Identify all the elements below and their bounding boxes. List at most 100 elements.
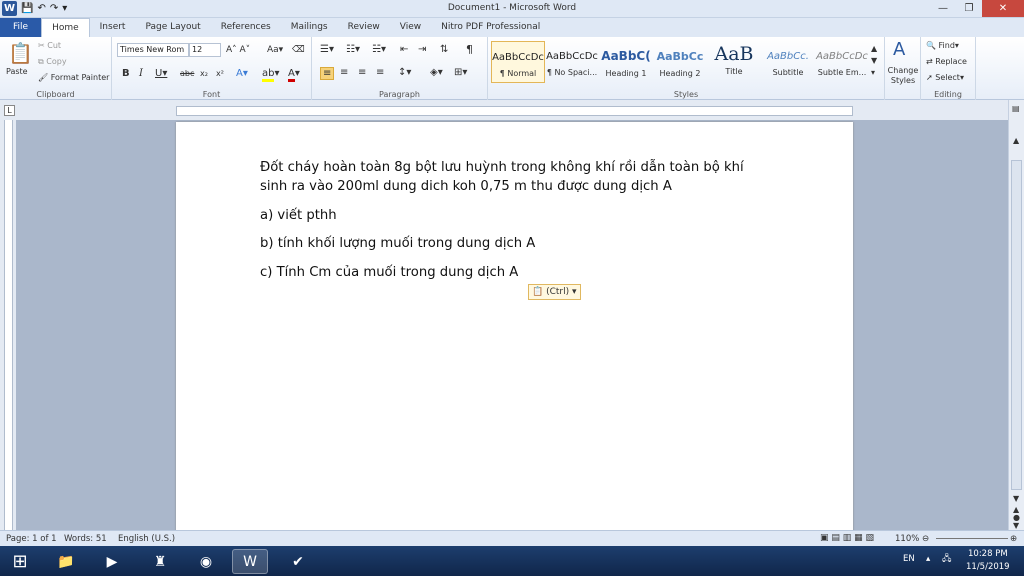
styles-scroll-icon[interactable]: ▲ ▼ ▾	[871, 43, 877, 79]
tab-page-layout[interactable]: Page Layout	[135, 18, 210, 37]
text-effects-icon[interactable]: A▾	[236, 68, 248, 79]
grow-font-icon[interactable]: A˄ A˅	[226, 45, 250, 55]
scroll-down-icon[interactable]: ▼	[1013, 494, 1019, 503]
maximize-icon[interactable]: ❐	[956, 0, 982, 17]
tab-view[interactable]: View	[390, 18, 431, 37]
network-icon[interactable]: 🖧	[942, 553, 951, 567]
paragraph-3[interactable]: b) tính khối lượng muối trong dung dịch …	[260, 234, 780, 253]
language-indicator[interactable]: EN	[903, 554, 915, 564]
minimize-icon[interactable]: —	[930, 0, 956, 17]
decrease-indent-icon[interactable]: ⇤	[400, 44, 408, 55]
style-heading-1[interactable]: AaBbC( Heading 1	[599, 41, 653, 83]
align-center-icon[interactable]: ≡	[340, 67, 348, 78]
style-subtle-emphasis[interactable]: AaBbCcDc Subtle Em...	[815, 41, 869, 83]
style-sample: AaBbCc	[656, 50, 704, 63]
cut-button[interactable]: ✂ Cut	[38, 41, 61, 50]
paste-icon[interactable]: 📋	[8, 41, 33, 65]
tab-file[interactable]: File	[0, 18, 42, 37]
copy-button[interactable]: ⧉ Copy	[38, 57, 67, 67]
zoom-out-icon[interactable]: ⊖	[922, 534, 929, 544]
align-left-icon[interactable]: ≡	[320, 67, 335, 80]
italic-button[interactable]: I	[139, 68, 143, 79]
ruler-bar[interactable]	[176, 106, 853, 116]
subscript-button[interactable]: x₂	[200, 69, 208, 78]
zoom-level[interactable]: 110%	[895, 534, 919, 544]
scroll-thumb[interactable]	[1011, 160, 1022, 490]
zoom-slider[interactable]	[936, 538, 1008, 539]
vertical-scrollbar[interactable]: ▤ ▲ ▼ ▲ ● ▼	[1008, 100, 1024, 530]
paragraph-group: ☰▾ ☷▾ ☵▾ ⇤ ⇥ ⇅ ¶ ≡ ≡ ≡ ≡ ↕▾ ◈▾ ⊞▾ Paragr…	[312, 37, 488, 100]
format-painter-button[interactable]: 🖌 Format Painter	[38, 73, 109, 82]
clock-date[interactable]: 11/5/2019	[966, 562, 1010, 572]
clock-time[interactable]: 10:28 PM	[968, 549, 1008, 559]
shading-icon[interactable]: ◈▾	[430, 67, 443, 78]
highlight-icon[interactable]: ab▾	[262, 68, 280, 82]
font-color-icon[interactable]: A▾	[288, 68, 300, 82]
app-icon[interactable]: ♜	[142, 549, 178, 574]
word-taskbar-icon[interactable]: W	[232, 549, 268, 574]
font-name-select[interactable]: Times New Rom	[117, 43, 189, 57]
tab-nitro-pdf[interactable]: Nitro PDF Professional	[431, 18, 550, 37]
view-ruler-icon[interactable]: ▤	[1012, 104, 1020, 113]
clear-formatting-icon[interactable]: ⌫	[292, 45, 305, 55]
document-page[interactable]: Đốt cháy hoàn toàn 8g bột lưu huỳnh tron…	[176, 122, 853, 542]
borders-icon[interactable]: ⊞▾	[454, 67, 467, 78]
vertical-ruler[interactable]	[0, 120, 16, 530]
style-heading-2[interactable]: AaBbCc Heading 2	[653, 41, 707, 83]
replace-button[interactable]: ⇄ Replace	[926, 57, 967, 66]
paste-button[interactable]: Paste	[6, 67, 28, 76]
paragraph-1[interactable]: Đốt cháy hoàn toàn 8g bột lưu huỳnh tron…	[260, 158, 780, 196]
tab-mailings[interactable]: Mailings	[281, 18, 338, 37]
strikethrough-button[interactable]: abc	[180, 69, 194, 78]
underline-button[interactable]: U▾	[155, 68, 167, 79]
bold-button[interactable]: B	[122, 68, 130, 79]
multilevel-list-icon[interactable]: ☵▾	[372, 44, 386, 55]
word-count[interactable]: Words: 51	[64, 534, 107, 544]
scroll-up-icon[interactable]: ▲	[1013, 136, 1019, 145]
style-subtitle[interactable]: AaBbCc. Subtitle	[761, 41, 815, 83]
browse-object-icon[interactable]: ▲ ● ▼	[1013, 506, 1020, 530]
select-button[interactable]: ➚ Select▾	[926, 73, 964, 82]
view-buttons-icon[interactable]: ▣ ▤ ▥ ▦ ▧	[820, 533, 874, 543]
tab-references[interactable]: References	[211, 18, 281, 37]
firefox-icon[interactable]: ◉	[188, 549, 224, 574]
paragraph-line: Đốt cháy hoàn toàn 8g bột lưu huỳnh tron…	[260, 160, 744, 175]
tab-home[interactable]: Home	[41, 18, 90, 37]
start-button-icon[interactable]: ⊞	[2, 549, 38, 574]
language-status[interactable]: English (U.S.)	[118, 534, 175, 544]
page-count[interactable]: Page: 1 of 1	[6, 534, 57, 544]
paragraph-2[interactable]: a) viết pthh	[260, 206, 780, 225]
style-sample: AaB	[714, 43, 754, 65]
change-case-icon[interactable]: Aa▾	[267, 45, 283, 55]
paragraph-4[interactable]: c) Tính Cm của muối trong dung dịch A	[260, 263, 780, 282]
zoom-in-icon[interactable]: ⊕	[1010, 534, 1017, 544]
line-spacing-icon[interactable]: ↕▾	[398, 67, 411, 78]
style-title[interactable]: AaB Title	[707, 41, 761, 83]
align-right-icon[interactable]: ≡	[358, 67, 366, 78]
vertical-ruler-bar[interactable]	[4, 120, 13, 530]
horizontal-ruler[interactable]: L	[0, 100, 1024, 120]
sort-icon[interactable]: ⇅	[440, 44, 448, 55]
increase-indent-icon[interactable]: ⇥	[418, 44, 426, 55]
style-no-spacing[interactable]: AaBbCcDc ¶ No Spaci...	[545, 41, 599, 83]
tab-insert[interactable]: Insert	[90, 18, 136, 37]
tab-selector-icon[interactable]: L	[4, 105, 15, 116]
paste-options-button[interactable]: 📋 (Ctrl) ▾	[528, 284, 581, 300]
change-styles-icon[interactable]: A	[893, 39, 905, 60]
browser-icon[interactable]: ✔	[280, 549, 316, 574]
tray-arrow-icon[interactable]: ▴	[926, 554, 930, 564]
show-formatting-icon[interactable]: ¶	[466, 43, 473, 56]
numbering-icon[interactable]: ☷▾	[346, 44, 360, 55]
style-name: Title	[725, 67, 743, 76]
superscript-button[interactable]: x²	[216, 69, 224, 78]
media-player-icon[interactable]: ▶	[94, 549, 130, 574]
style-normal[interactable]: AaBbCcDc ¶ Normal	[491, 41, 545, 83]
justify-icon[interactable]: ≡	[376, 67, 384, 78]
bullets-icon[interactable]: ☰▾	[320, 44, 334, 55]
close-icon[interactable]: ✕	[982, 0, 1024, 17]
change-styles-button[interactable]: Change Styles	[885, 66, 921, 86]
font-size-select[interactable]: 12	[189, 43, 221, 57]
file-explorer-icon[interactable]: 📁	[48, 549, 84, 574]
tab-review[interactable]: Review	[338, 18, 390, 37]
find-button[interactable]: 🔍 Find▾	[926, 41, 959, 50]
